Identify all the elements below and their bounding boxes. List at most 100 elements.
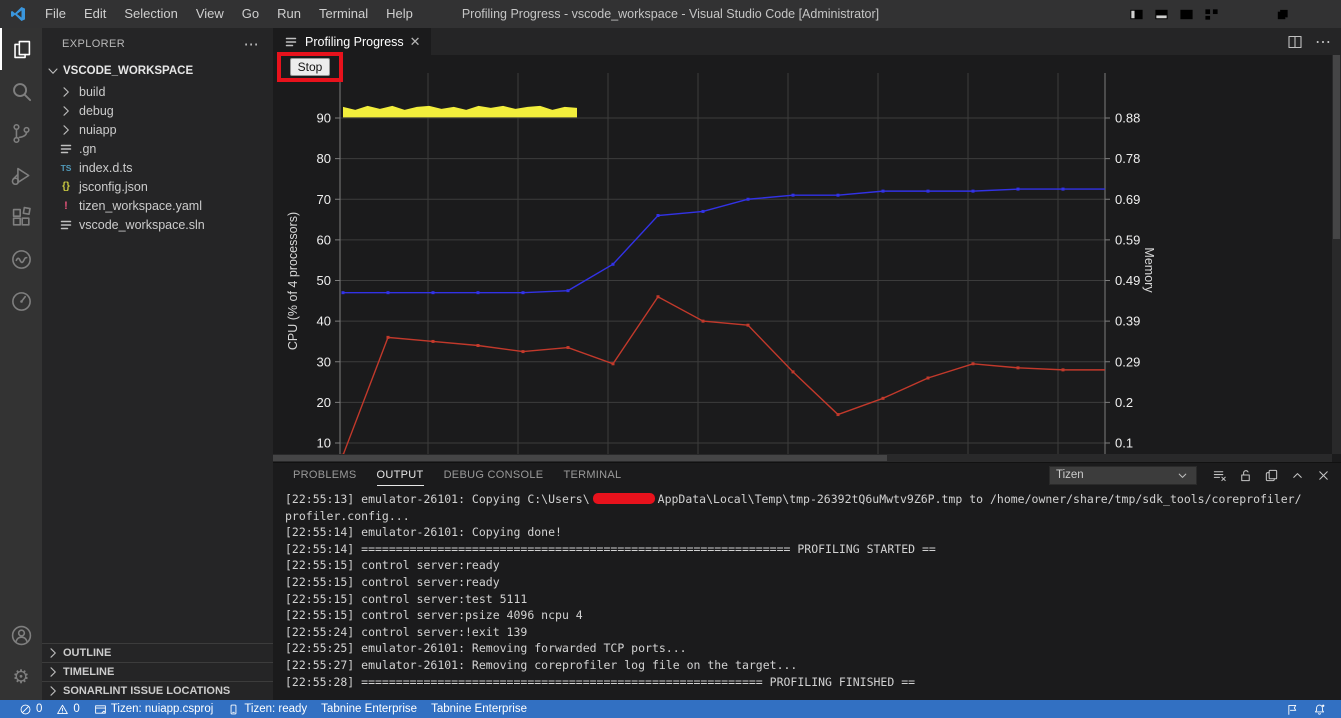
title-bar: FileEditSelectionViewGoRunTerminalHelp P… [0, 0, 1341, 28]
chevron-right-icon [58, 122, 74, 138]
log-line: [22:55:27] emulator-26101: Removing core… [285, 657, 1341, 674]
activity-settings[interactable]: ⚙ [0, 656, 42, 698]
file-gn[interactable]: .gn [42, 139, 273, 158]
folder-build[interactable]: build [42, 82, 273, 101]
debug-icon [10, 164, 33, 187]
tree-item-label: debug [79, 104, 114, 118]
file-jsconfig-json[interactable]: {}jsconfig.json [42, 177, 273, 196]
status-warnings[interactable]: 0 [49, 700, 86, 718]
output-channel-select[interactable]: Tizen [1049, 466, 1197, 485]
panel-tab-debug-console[interactable]: DEBUG CONSOLE [434, 463, 554, 487]
folder-nuiapp[interactable]: nuiapp [42, 120, 273, 139]
profiling-chart: 900.88800.78700.69600.59500.49400.39300.… [273, 55, 1341, 462]
activity-source-control[interactable] [0, 112, 42, 154]
editor-more-actions-icon[interactable]: ⋯ [1315, 32, 1331, 52]
unlock-icon[interactable] [1237, 467, 1253, 483]
output-log[interactable]: [22:55:13] emulator-26101: Copying C:\Us… [273, 487, 1341, 700]
editor-vertical-scrollbar[interactable] [1332, 55, 1341, 454]
status-tabnine-1[interactable]: Tabnine Enterprise [314, 700, 424, 718]
menu-run[interactable]: Run [268, 0, 310, 28]
menu-terminal[interactable]: Terminal [310, 0, 377, 28]
clear-output-icon[interactable] [1211, 467, 1227, 483]
log-line: [22:55:13] emulator-26101: Copying C:\Us… [285, 491, 1341, 508]
close-icon[interactable] [1302, 0, 1341, 28]
search-icon [10, 80, 33, 103]
svg-text:90: 90 [317, 111, 331, 126]
workspace-root[interactable]: VSCODE_WORKSPACE [42, 60, 273, 82]
panel-tab-problems[interactable]: PROBLEMS [283, 463, 367, 487]
menu-edit[interactable]: Edit [75, 0, 115, 28]
menu-selection[interactable]: Selection [115, 0, 186, 28]
file-vscode-workspace-sln[interactable]: vscode_workspace.sln [42, 215, 273, 234]
log-line: [22:55:25] emulator-26101: Removing forw… [285, 640, 1341, 657]
file-tizen-workspace-yaml[interactable]: !tizen_workspace.yaml [42, 196, 273, 215]
tab-close-icon[interactable]: ✕ [410, 34, 421, 50]
svg-text:60: 60 [317, 232, 331, 247]
activity-sonarlint[interactable] [0, 238, 42, 280]
log-line: [22:55:14] emulator-26101: Copying done! [285, 524, 1341, 541]
layout-customize-icon[interactable] [1199, 0, 1224, 28]
activity-tizen-profiler[interactable] [0, 280, 42, 322]
tree-item-label: .gn [79, 142, 96, 156]
menu-view[interactable]: View [187, 0, 233, 28]
tree-item-label: build [79, 85, 105, 99]
menu-file[interactable]: File [36, 0, 75, 28]
tab-profiling-progress[interactable]: Profiling Progress ✕ [273, 28, 431, 55]
layout-sidebar-right-icon[interactable] [1174, 0, 1199, 28]
split-editor-icon[interactable] [1287, 34, 1303, 50]
exclaim-icon: ! [58, 198, 74, 214]
close-icon[interactable] [1315, 467, 1331, 483]
status-feedback[interactable] [1279, 700, 1306, 718]
log-line: [22:55:15] control server:psize 4096 ncp… [285, 607, 1341, 624]
svg-text:70: 70 [317, 192, 331, 207]
editor-horizontal-scrollbar[interactable] [273, 454, 1332, 462]
status-errors[interactable]: 0 [12, 700, 49, 718]
activity-search[interactable] [0, 70, 42, 112]
status-tizen-project[interactable]: Tizen: nuiapp.csproj [87, 700, 221, 718]
svg-text:0.29: 0.29 [1115, 354, 1140, 369]
menu-go[interactable]: Go [233, 0, 268, 28]
panel-tab-terminal[interactable]: TERMINAL [553, 463, 631, 487]
activity-extensions[interactable] [0, 196, 42, 238]
svg-text:Memory: Memory [1142, 247, 1156, 293]
status-label: 0 [73, 703, 79, 715]
folder-debug[interactable]: debug [42, 101, 273, 120]
restore-icon[interactable] [1263, 0, 1302, 28]
window-controls [1124, 0, 1341, 28]
panel-tab-output[interactable]: OUTPUT [367, 463, 434, 487]
svg-text:30: 30 [317, 354, 331, 369]
file-lines-icon [58, 217, 74, 233]
svg-text:40: 40 [317, 314, 331, 329]
activity-explorer[interactable] [0, 28, 42, 70]
source-control-icon [10, 122, 33, 145]
sidebar-explorer: EXPLORER ⋯ VSCODE_WORKSPACE builddebugnu… [42, 28, 273, 700]
file-index-d-ts[interactable]: TSindex.d.ts [42, 158, 273, 177]
tree-item-label: vscode_workspace.sln [79, 218, 205, 232]
status-notifications[interactable] [1306, 700, 1333, 718]
layout-sidebar-left-icon[interactable] [1124, 0, 1149, 28]
stop-button[interactable]: Stop [290, 58, 331, 76]
tree-item-label: nuiapp [79, 123, 117, 137]
ts-icon: TS [58, 160, 74, 176]
status-label: Tizen: ready [244, 703, 307, 715]
activity-run-debug[interactable] [0, 154, 42, 196]
minimize-icon[interactable] [1224, 0, 1263, 28]
extensions-icon [10, 206, 33, 229]
svg-text:0.69: 0.69 [1115, 192, 1140, 207]
status-tizen-ready[interactable]: Tizen: ready [220, 700, 314, 718]
section-sonarlint-issue-locations[interactable]: SONARLINT ISSUE LOCATIONS [42, 681, 273, 700]
account-icon [10, 624, 33, 647]
bottom-panel: PROBLEMSOUTPUTDEBUG CONSOLETERMINAL Tize… [273, 462, 1341, 700]
chevron-up-icon[interactable] [1289, 467, 1305, 483]
activity-account[interactable] [0, 614, 42, 656]
copy-output-icon[interactable] [1263, 467, 1279, 483]
log-text: AppData\Local\Temp\tmp-26392tQ6uMwtv9Z6P… [658, 492, 1302, 506]
chevron-right-icon [58, 84, 74, 100]
section-timeline[interactable]: TIMELINE [42, 662, 273, 681]
explorer-more-actions-icon[interactable]: ⋯ [244, 35, 259, 53]
status-tabnine-2[interactable]: Tabnine Enterprise [424, 700, 534, 718]
svg-text:CPU (% of 4 processors): CPU (% of 4 processors) [286, 212, 300, 350]
section-outline[interactable]: OUTLINE [42, 643, 273, 662]
menu-help[interactable]: Help [377, 0, 422, 28]
layout-panel-icon[interactable] [1149, 0, 1174, 28]
